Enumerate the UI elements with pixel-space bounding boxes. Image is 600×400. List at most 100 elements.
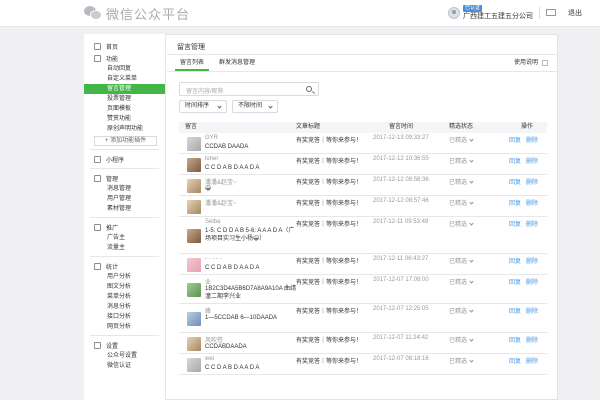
sidebar-item-messages[interactable]: 消息管理 (84, 184, 165, 194)
featured-status[interactable]: 已精选 (449, 219, 474, 228)
featured-status[interactable]: 已精选 (449, 335, 474, 344)
avatar[interactable] (187, 258, 201, 272)
sidebar-item-custom-menu[interactable]: 自定义菜单 (84, 74, 165, 84)
sidebar-item-home[interactable]: 首页 (84, 40, 165, 52)
sidebar-item-comment-management[interactable]: 留言管理 (84, 84, 165, 94)
avatar[interactable] (187, 179, 201, 193)
featured-status-label: 已精选 (449, 180, 468, 186)
sidebar-item-page-template[interactable]: 页面模板 (84, 104, 165, 114)
reply-link[interactable]: 回复 (509, 198, 521, 207)
commenter-name: GYR (205, 135, 219, 141)
featured-status[interactable]: 已精选 (449, 135, 474, 144)
tab-mass-message[interactable]: 群发消息管理 (219, 55, 255, 71)
article-title[interactable]: 有奖竞答｜等你来参与！ (296, 156, 362, 165)
add-plugin-button[interactable]: + 添加功能插件 (94, 136, 157, 146)
column-status: 精选状态 (449, 124, 474, 130)
delete-link[interactable]: 删除 (526, 156, 538, 165)
reply-link[interactable]: 回复 (509, 256, 521, 265)
avatar[interactable] (187, 337, 201, 351)
sidebar-item-reward[interactable]: 赞赏功能 (84, 114, 165, 124)
reply-link[interactable]: 回复 (509, 277, 521, 286)
help-checkbox[interactable] (542, 60, 549, 66)
time-select[interactable]: 不限时间 (232, 100, 278, 113)
reply-link[interactable]: 回复 (509, 356, 521, 365)
search-input[interactable]: 留言内容/昵称 (179, 82, 319, 96)
account-info[interactable]: 已认证 广西建工五建五分公司 (463, 5, 533, 20)
sidebar-item-menu-analysis[interactable]: 菜单分析 (84, 292, 165, 302)
delete-link[interactable]: 删除 (526, 219, 538, 228)
delete-link[interactable]: 删除 (526, 256, 538, 265)
sidebar-group-statistics: 统计 (84, 260, 165, 272)
featured-status[interactable]: 已精选 (449, 356, 474, 365)
featured-status[interactable]: 已精选 (449, 277, 474, 286)
sidebar-item-materials[interactable]: 素材管理 (84, 204, 165, 214)
delete-link[interactable]: 删除 (526, 177, 538, 186)
logout-link[interactable]: 退出 (568, 8, 582, 18)
account-avatar[interactable] (448, 6, 460, 19)
sidebar-item-api-analysis[interactable]: 接口分析 (84, 312, 165, 322)
promotion-icon (94, 223, 101, 231)
wechat-logo[interactable]: 微信公众平台 (84, 4, 190, 22)
delete-link[interactable]: 删除 (526, 306, 538, 315)
article-title[interactable]: 有奖竞答｜等你来参与！ (296, 356, 362, 365)
features-icon (94, 54, 101, 62)
avatar[interactable] (187, 358, 201, 372)
reply-link[interactable]: 回复 (509, 135, 521, 144)
article-title[interactable]: 有奖竞答｜等你来参与！ (296, 177, 362, 186)
delete-link[interactable]: 删除 (526, 135, 538, 144)
article-title[interactable]: 有奖竞答｜等你来参与！ (296, 306, 362, 315)
delete-link[interactable]: 删除 (526, 335, 538, 344)
sidebar-item-message-analysis[interactable]: 消息分析 (84, 302, 165, 312)
article-title[interactable]: 有奖竞答｜等你来参与！ (296, 335, 362, 344)
featured-status[interactable]: 已精选 (449, 306, 474, 315)
article-title[interactable]: 有奖竞答｜等你来参与！ (296, 277, 362, 286)
featured-status-label: 已精选 (449, 222, 468, 228)
mail-icon[interactable] (546, 9, 556, 16)
sidebar-item-advertiser[interactable]: 广告主 (84, 233, 165, 243)
tab-comment-list[interactable]: 留言列表 (175, 55, 209, 71)
reply-link[interactable]: 回复 (509, 177, 521, 186)
comment-text: C C D A B D A A D A (205, 165, 260, 171)
avatar[interactable] (187, 312, 201, 326)
featured-status[interactable]: 已精选 (449, 156, 474, 165)
statistics-icon (94, 262, 101, 270)
sidebar-group-miniprogram[interactable]: 小程序 (84, 153, 165, 165)
sidebar-item-vote[interactable]: 投票管理 (84, 94, 165, 104)
search-icon[interactable] (306, 86, 312, 92)
delete-link[interactable]: 删除 (526, 277, 538, 286)
featured-status[interactable]: 已精选 (449, 256, 474, 265)
reply-link[interactable]: 回复 (509, 306, 521, 315)
featured-status[interactable]: 已精选 (449, 198, 474, 207)
article-title[interactable]: 有奖竞答｜等你来参与！ (296, 135, 362, 144)
featured-status[interactable]: 已精选 (449, 177, 474, 186)
sidebar-item-verification[interactable]: 微信认证 (84, 361, 165, 371)
settings-icon (94, 341, 101, 349)
sort-select[interactable]: 时间排序 (179, 100, 227, 113)
sidebar-item-user-analysis[interactable]: 用户分析 (84, 272, 165, 282)
delete-link[interactable]: 删除 (526, 198, 538, 207)
article-title[interactable]: 有奖竞答｜等你来参与！ (296, 256, 362, 265)
chevron-down-icon (268, 104, 273, 109)
logo-text: 微信公众平台 (106, 6, 191, 22)
sidebar-item-web-analysis[interactable]: 网页分析 (84, 322, 165, 332)
avatar[interactable] (187, 283, 201, 297)
avatar[interactable] (187, 229, 201, 243)
sidebar-item-account-settings[interactable]: 公众号设置 (84, 351, 165, 361)
sidebar-item-article-analysis[interactable]: 图文分析 (84, 282, 165, 292)
sidebar-item-users[interactable]: 用户管理 (84, 194, 165, 204)
avatar[interactable] (187, 200, 201, 214)
reply-link[interactable]: 回复 (509, 335, 521, 344)
sidebar-item-original[interactable]: 原创声明功能 (84, 124, 165, 134)
wechat-logo-icon (84, 5, 102, 21)
delete-link[interactable]: 删除 (526, 356, 538, 365)
account-area: 已认证 广西建工五建五分公司 退出 (448, 5, 582, 20)
article-title[interactable]: 有奖竞答｜等你来参与！ (296, 219, 362, 228)
help-link[interactable]: 使用说明 (514, 55, 549, 71)
article-title[interactable]: 有奖竞答｜等你来参与！ (296, 198, 362, 207)
sidebar-item-publisher[interactable]: 流量主 (84, 243, 165, 253)
sidebar-item-auto-reply[interactable]: 自动回复 (84, 64, 165, 74)
reply-link[interactable]: 回复 (509, 156, 521, 165)
avatar[interactable] (187, 137, 201, 151)
avatar[interactable] (187, 158, 201, 172)
reply-link[interactable]: 回复 (509, 219, 521, 228)
